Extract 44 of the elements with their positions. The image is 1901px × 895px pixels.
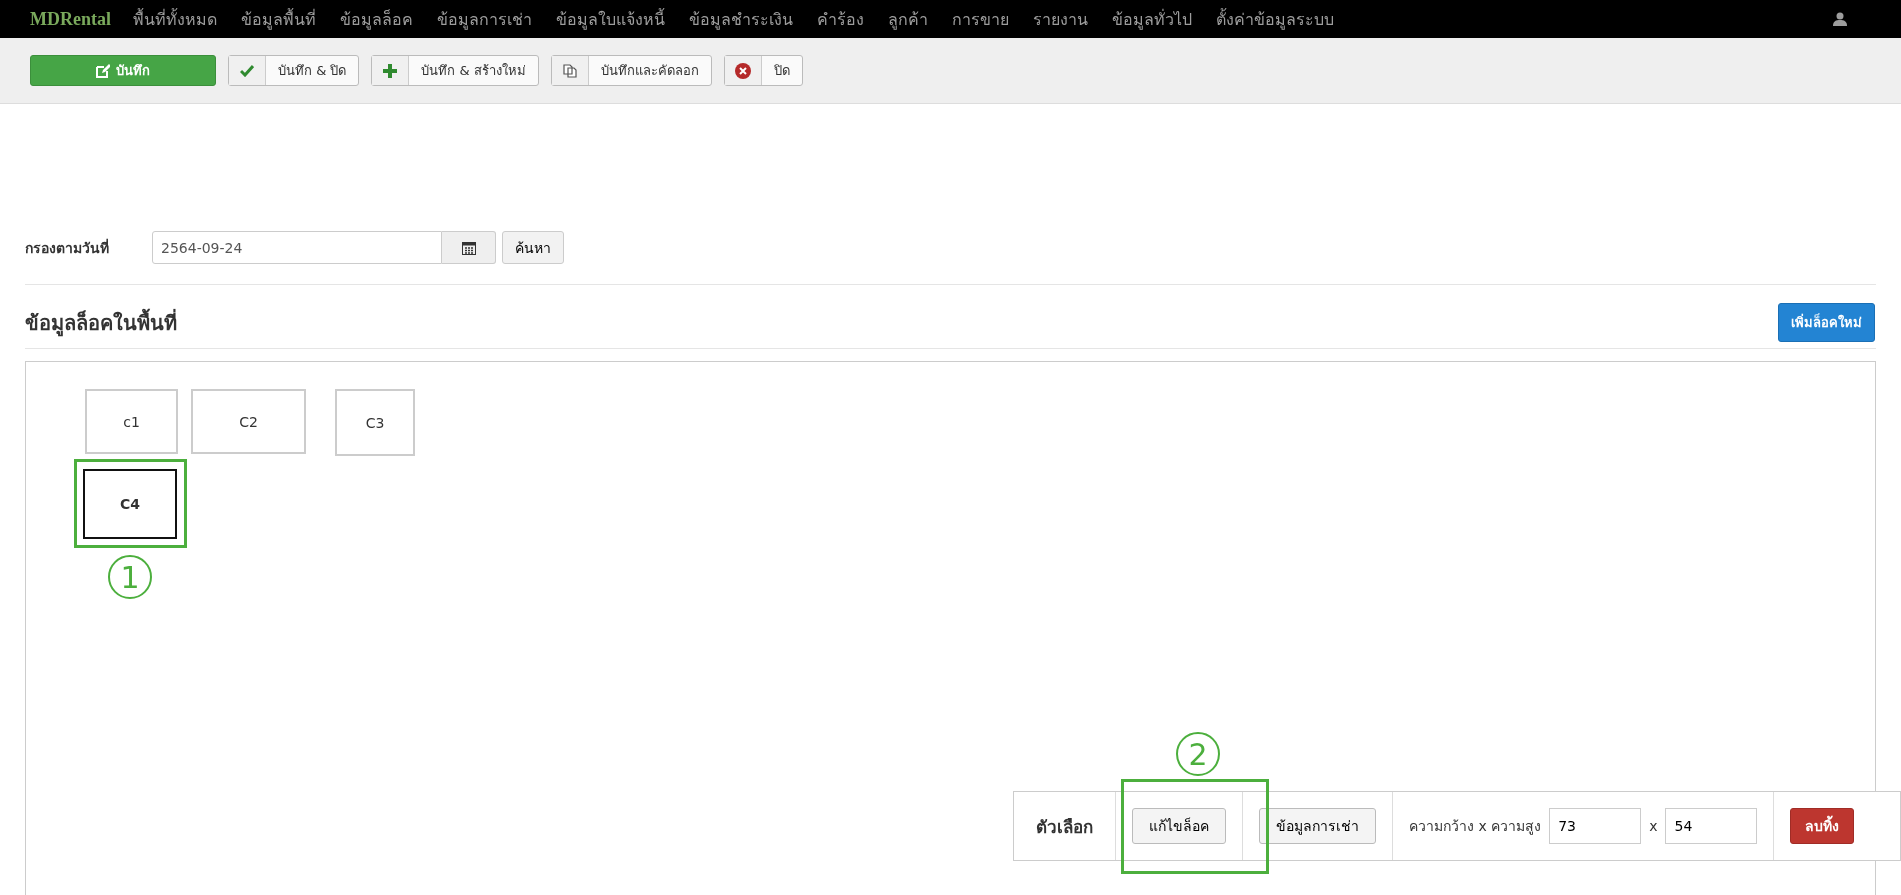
nav-menu-item[interactable]: พื้นที่ทั้งหมด	[133, 6, 217, 32]
nav-menu-item[interactable]: ข้อมูลทั่วไป	[1112, 6, 1192, 32]
copy-icon	[562, 63, 577, 78]
nav-menu-item[interactable]: ข้อมูลล็อค	[340, 6, 413, 32]
search-button[interactable]: ค้นหา	[502, 231, 564, 264]
nav-menu-item[interactable]: รายงาน	[1033, 6, 1088, 32]
toolbar-button[interactable]: บันทึก & สร้างใหม่	[371, 55, 539, 86]
user-icon[interactable]	[1833, 12, 1847, 26]
lock-block[interactable]: c1	[85, 389, 178, 454]
height-field[interactable]: 54	[1665, 808, 1758, 844]
check-icon	[240, 64, 254, 77]
plus-icon	[383, 63, 398, 78]
nav-menu-item[interactable]: คำร้อง	[817, 6, 864, 32]
size-label: ความกว้าง x ความสูง	[1409, 817, 1542, 837]
toolbar-button[interactable]: บันทึกและคัดลอก	[550, 55, 712, 86]
nav-menu-item[interactable]: ข้อมูลพื้นที่	[241, 6, 316, 32]
nav-menu-item[interactable]: ลูกค้า	[888, 6, 928, 32]
calendar-icon	[461, 240, 476, 255]
toolbar-button[interactable]: ปิด	[723, 55, 803, 86]
rental-info-button[interactable]: ข้อมูลการเช่า	[1259, 808, 1376, 844]
close-icon	[734, 62, 751, 79]
calendar-button[interactable]	[442, 231, 496, 264]
filter-label: กรองตามวันที่	[25, 237, 110, 258]
edit-icon	[96, 63, 110, 78]
delete-button[interactable]: ลบทิ้ง	[1790, 808, 1855, 844]
width-field[interactable]: 73	[1549, 808, 1642, 844]
lock-block[interactable]: C2	[191, 389, 306, 454]
toolbar-button[interactable]: บันทึก & ปิด	[228, 55, 360, 86]
lock-block[interactable]: C4	[83, 469, 177, 539]
size-separator: x	[1649, 818, 1658, 834]
nav-menu-item[interactable]: ข้อมูลการเช่า	[437, 6, 532, 32]
date-field[interactable]: 2564-09-24	[152, 231, 442, 264]
nav-menu-item[interactable]: การขาย	[952, 6, 1009, 32]
lock-block[interactable]: C3	[335, 389, 415, 456]
nav-menu-item[interactable]: ข้อมูลชำระเงิน	[689, 6, 793, 32]
add-lock-button[interactable]: เพิ่มล็อคใหม่	[1778, 303, 1875, 342]
section-title: ข้อมูลล็อคในพื้นที่	[25, 307, 177, 339]
nav-menu-item[interactable]: ตั้งค่าข้อมูลระบบ	[1216, 6, 1334, 32]
edit-lock-button[interactable]: แก้ไขล็อค	[1132, 808, 1226, 844]
nav-menu-item[interactable]: ข้อมูลใบแจ้งหนี้	[556, 6, 665, 32]
step-marker: 1	[108, 555, 152, 599]
options-title: ตัวเลือก	[1035, 815, 1094, 839]
step-marker: 2	[1176, 732, 1220, 776]
brand-logo[interactable]: MDRental	[30, 8, 111, 30]
